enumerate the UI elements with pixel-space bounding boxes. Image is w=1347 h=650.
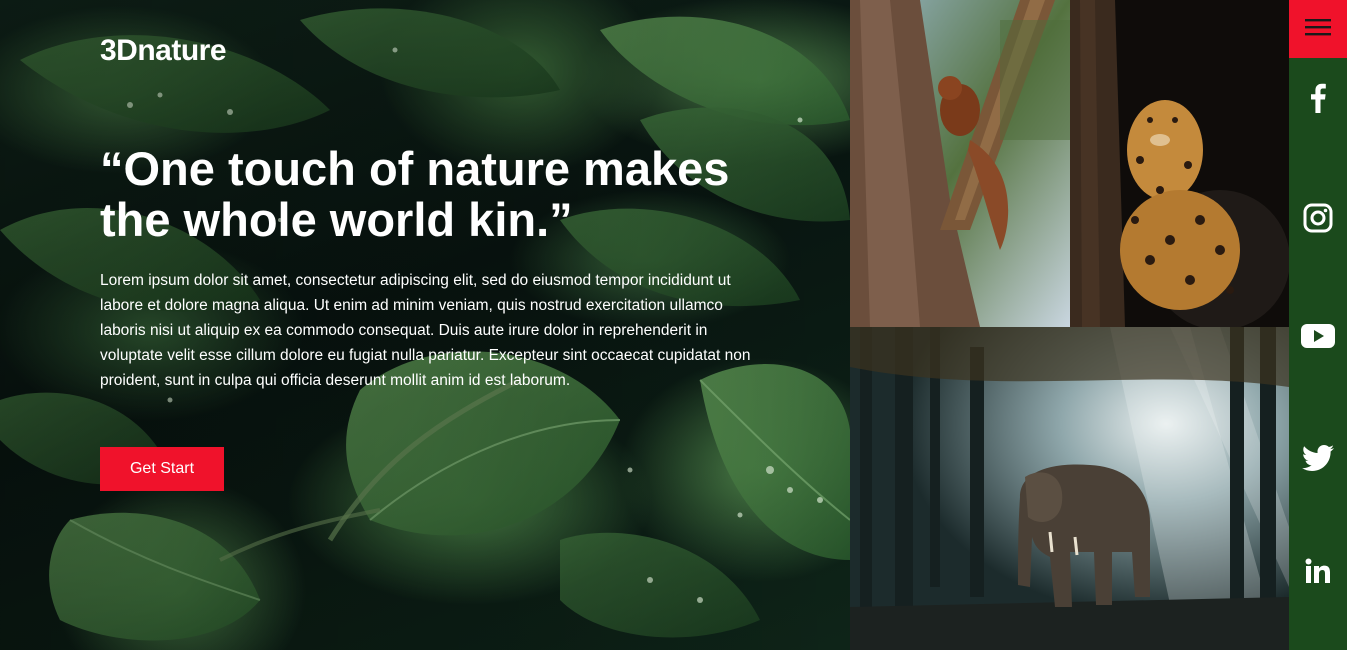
hamburger-menu-icon [1305,18,1331,41]
twitter-link[interactable] [1289,440,1347,480]
squirrel-photo [850,0,1070,327]
social-sidebar [1289,0,1347,650]
landing-page: 3Dnature “One touch of nature makes the … [0,0,1347,650]
hero-section: 3Dnature “One touch of nature makes the … [0,0,850,650]
brand-logo[interactable]: 3Dnature [100,34,227,68]
linkedin-link[interactable] [1289,553,1347,593]
facebook-link[interactable] [1289,80,1347,120]
instagram-icon [1303,203,1333,238]
elephant-photo [850,327,1289,650]
leopard-photo [1070,0,1289,327]
facebook-icon [1310,83,1326,118]
linkedin-icon [1305,558,1331,589]
youtube-link[interactable] [1289,318,1347,358]
instagram-link[interactable] [1289,200,1347,240]
hero-headline: “One touch of nature makes the whole wor… [100,142,730,246]
twitter-icon [1302,444,1334,476]
get-start-button[interactable]: Get Start [100,447,224,491]
hero-description: Lorem ipsum dolor sit amet, consectetur … [100,272,751,389]
menu-button[interactable] [1289,0,1347,58]
youtube-icon [1301,323,1335,353]
